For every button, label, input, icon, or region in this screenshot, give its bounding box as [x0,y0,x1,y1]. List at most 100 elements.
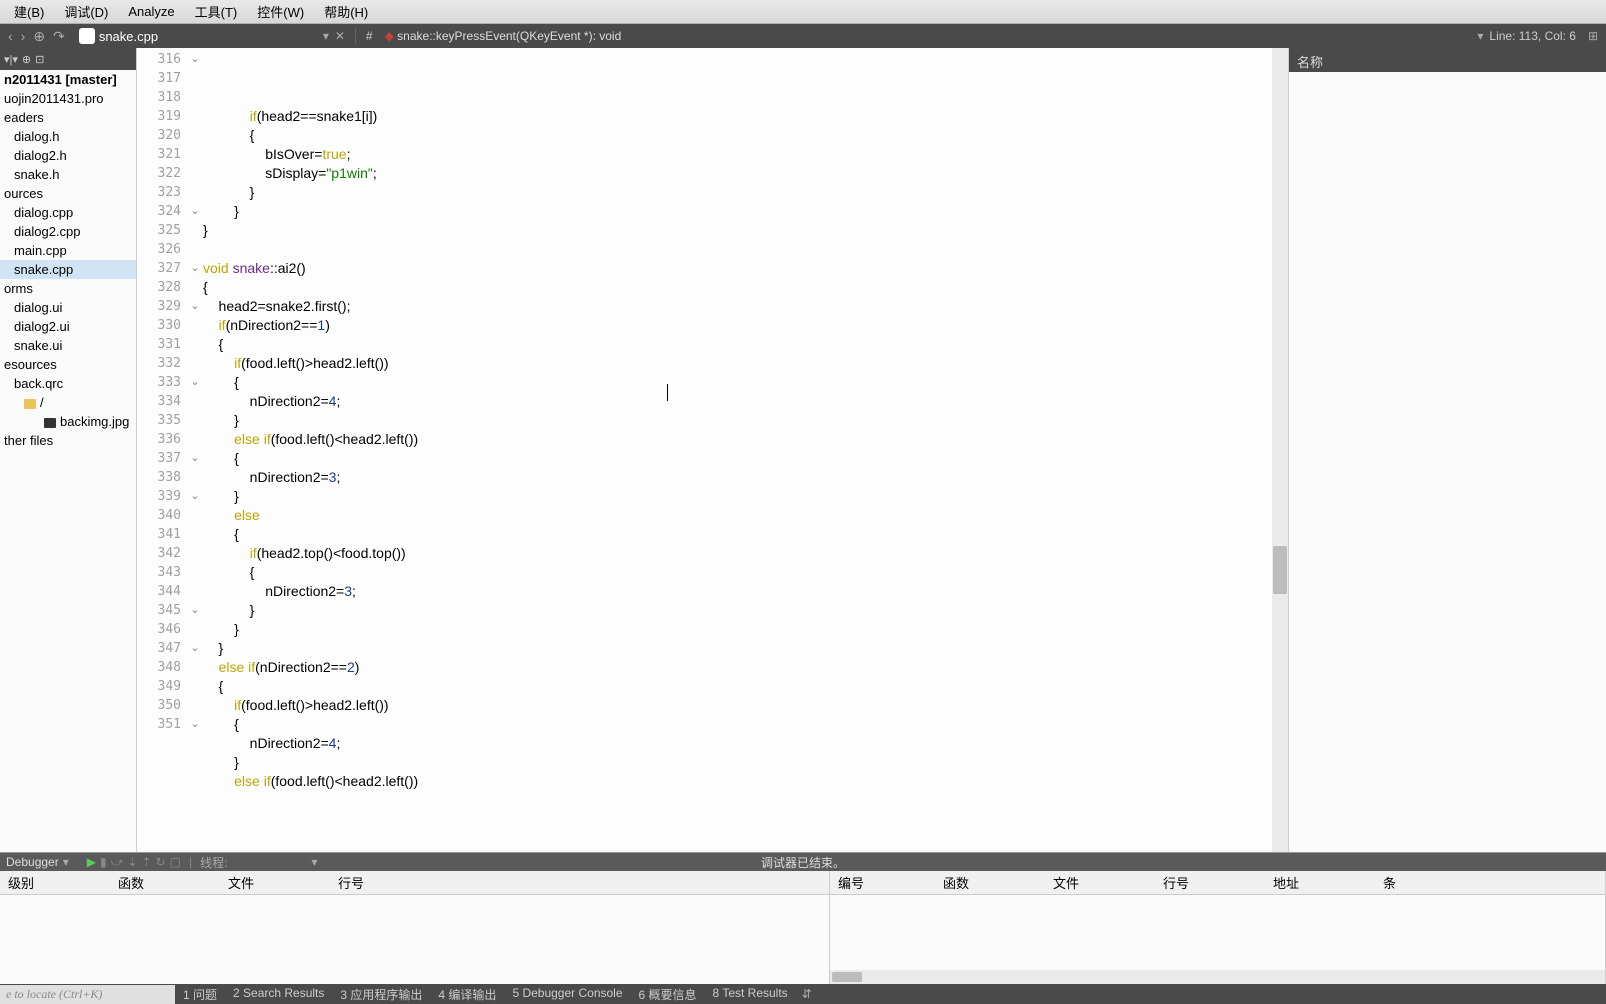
menu-item[interactable]: 建(B) [4,0,54,23]
tree-item[interactable]: dialog2.ui [0,317,136,336]
current-file-tab[interactable]: snake.cpp [99,29,158,44]
tree-item[interactable]: dialog2.h [0,146,136,165]
column-header[interactable]: 函数 [935,873,1045,892]
code-line[interactable]: if(head2.top()<food.top()) [203,544,1272,563]
tree-item[interactable]: main.cpp [0,241,136,260]
column-header[interactable]: 编号 [830,873,935,892]
thread-dropdown-icon[interactable]: ▾ [231,855,317,869]
fold-marker[interactable] [187,411,203,430]
project-root[interactable]: n2011431 [master] [0,70,136,89]
code-line[interactable]: { [203,449,1272,468]
fold-marker[interactable]: ⌄ [187,202,203,221]
nav-jumps-icon[interactable]: ⊕ [31,28,47,45]
menu-item[interactable]: 工具(T) [185,0,248,23]
code-line[interactable]: else if(food.left()<head2.left()) [203,772,1272,791]
code-line[interactable]: } [203,411,1272,430]
fold-marker[interactable] [187,582,203,601]
fold-marker[interactable] [187,620,203,639]
fold-marker[interactable] [187,544,203,563]
debugger-label[interactable]: Debugger [6,855,59,869]
fold-marker[interactable]: ⌄ [187,715,203,734]
status-tab[interactable]: 8 Test Results [705,986,796,1003]
status-tab[interactable]: 3 应用程序输出 [332,986,430,1003]
fold-marker[interactable]: ⌄ [187,601,203,620]
fold-marker[interactable] [187,430,203,449]
tree-item[interactable]: ources [0,184,136,203]
pause-icon[interactable]: ▮ [100,855,107,869]
fold-marker[interactable] [187,183,203,202]
status-dropdown-icon[interactable]: ⇵ [796,987,818,1001]
fold-marker[interactable] [187,88,203,107]
tree-item[interactable]: snake.cpp [0,260,136,279]
code-line[interactable] [203,240,1272,259]
tree-item[interactable]: ther files [0,431,136,450]
code-line[interactable]: { [203,126,1272,145]
code-line[interactable]: } [203,202,1272,221]
fold-marker[interactable] [187,145,203,164]
code-line[interactable]: } [203,183,1272,202]
sync-icon[interactable]: ⊡ [35,53,44,66]
code-line[interactable]: bIsOver=true; [203,145,1272,164]
code-line[interactable]: else [203,506,1272,525]
fold-marker[interactable] [187,316,203,335]
fold-marker[interactable] [187,164,203,183]
code-line[interactable]: if(food.left()>head2.left()) [203,696,1272,715]
code-line[interactable]: nDirection2=3; [203,582,1272,601]
status-tab[interactable]: 1 问题 [175,986,225,1003]
code-line[interactable]: { [203,715,1272,734]
column-header[interactable]: 文件 [220,873,330,892]
step-into-icon[interactable]: ⇣ [127,855,137,869]
expand-icon[interactable]: ⊕ [22,53,31,66]
code-line[interactable]: } [203,639,1272,658]
column-header[interactable]: 级别 [0,873,110,892]
step-over-icon[interactable]: ⤻ [111,855,124,870]
code-line[interactable]: void snake::ai2() [203,259,1272,278]
code-line[interactable]: nDirection2=4; [203,392,1272,411]
stop-icon[interactable]: ▢ [170,855,181,869]
fold-marker[interactable] [187,563,203,582]
scrollbar-thumb[interactable] [832,972,862,982]
fold-marker[interactable]: ⌄ [187,259,203,278]
tree-item[interactable]: uojin2011431.pro [0,89,136,108]
scrollbar-thumb[interactable] [1273,546,1287,594]
tree-item[interactable]: orms [0,279,136,298]
status-tab[interactable]: 2 Search Results [225,986,332,1003]
code-line[interactable]: { [203,563,1272,582]
fold-marker[interactable] [187,126,203,145]
code-line[interactable]: nDirection2=4; [203,734,1272,753]
tree-item[interactable]: dialog.cpp [0,203,136,222]
nav-fwd-icon[interactable]: › [19,28,28,44]
column-header[interactable]: 行号 [1155,873,1265,892]
fold-marker[interactable] [187,658,203,677]
tree-item[interactable]: snake.ui [0,336,136,355]
tree-item[interactable]: dialog.h [0,127,136,146]
status-tab[interactable]: 5 Debugger Console [504,986,630,1003]
debugger-dropdown-icon[interactable]: ▾ [63,855,69,869]
code-line[interactable]: sDisplay="p1win"; [203,164,1272,183]
fold-marker[interactable] [187,392,203,411]
close-tab-icon[interactable]: ✕ [329,29,351,43]
fold-marker[interactable] [187,69,203,88]
fold-marker[interactable] [187,221,203,240]
code-editor[interactable]: 3163173183193203213223233243253263273283… [137,48,1288,852]
filter-icon[interactable]: ▾|▾ [4,53,18,66]
column-header[interactable]: 条 [1375,873,1435,892]
tree-item[interactable]: / [0,393,136,412]
cursor-position[interactable]: Line: 113, Col: 6 [1489,29,1588,43]
fold-marker[interactable]: ⌄ [187,487,203,506]
column-header[interactable]: 行号 [330,873,440,892]
menu-item[interactable]: 控件(W) [247,0,314,23]
vertical-scrollbar[interactable] [1272,48,1288,852]
symbol-breadcrumb[interactable]: ◆ snake::keyPressEvent(QKeyEvent *): voi… [379,29,622,43]
fold-marker[interactable] [187,677,203,696]
fold-marker[interactable] [187,335,203,354]
menu-item[interactable]: 调试(D) [54,0,118,23]
fold-marker[interactable] [187,525,203,544]
tree-item[interactable]: eaders [0,108,136,127]
nav-bookmark-icon[interactable]: ↷ [51,28,67,45]
status-tab[interactable]: 6 概要信息 [631,986,705,1003]
restart-icon[interactable]: ↻ [156,855,166,869]
column-header[interactable]: 地址 [1265,873,1375,892]
step-out-icon[interactable]: ⇡ [141,855,151,869]
locator-input[interactable]: e to locate (Ctrl+K) [0,985,175,1004]
